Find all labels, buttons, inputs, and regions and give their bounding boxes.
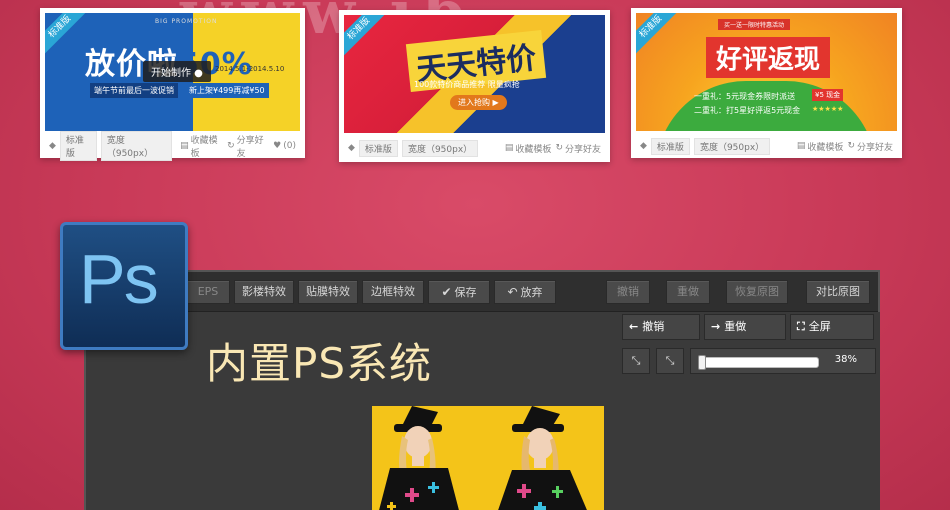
template-banner[interactable]: 标准版 BIG PROMOTION 放价啦50% 2014.5.1-2014.5…: [45, 13, 300, 131]
discard-button[interactable]: ↶ 放弃: [494, 280, 556, 304]
share-icon: ↻: [847, 141, 855, 151]
tag-icon: ◆: [348, 143, 355, 153]
photoshop-logo-icon: Ps: [60, 222, 188, 350]
fullscreen-button[interactable]: ⛶ 全屏: [790, 314, 874, 340]
banner-promo-top: BIG PROMOTION: [155, 18, 218, 25]
banner-line1: 端午节前最后一波促销: [90, 83, 178, 98]
fit-icon[interactable]: ⤡: [622, 348, 650, 374]
card-meta: ◆ 标准版 宽度（950px） ▤ 收藏模板 ↻ 分享好友: [344, 133, 605, 163]
frames-button[interactable]: 边框特效: [362, 280, 424, 304]
eps-button[interactable]: EPS: [186, 280, 230, 304]
collect-button[interactable]: ▤ 收藏模板: [180, 133, 223, 159]
zoom-slider-knob[interactable]: [698, 355, 706, 370]
edition-ribbon: 标准版: [636, 13, 679, 55]
collect-button[interactable]: ▤ 收藏模板: [505, 142, 552, 155]
tag-width[interactable]: 宽度（950px）: [100, 131, 173, 161]
share-button[interactable]: ↻ 分享好友: [555, 142, 601, 155]
redo-top-button[interactable]: 重做: [666, 280, 710, 304]
restore-button[interactable]: 恢复原图: [726, 280, 788, 304]
banner-line2: 二重礼：打5星好评返5元现金: [694, 106, 801, 115]
ps-logo-text: Ps: [79, 240, 159, 318]
edition-ribbon: 标准版: [344, 15, 387, 57]
undo-top-button[interactable]: 撤销: [606, 280, 650, 304]
save-button[interactable]: ✔ 保存: [428, 280, 490, 304]
fullscreen-icon: ⛶: [797, 320, 805, 333]
collect-button[interactable]: ▤ 收藏模板: [797, 140, 844, 153]
banner-date: 2014.5.1-2014.5.10: [215, 65, 285, 73]
ps-editor: EPS 影楼特效 贴膜特效 边框特效 ✔ 保存 ↶ 放弃 撤销 重做 恢复原图 对比…: [84, 270, 880, 510]
actual-size-icon[interactable]: ⤡: [656, 348, 684, 374]
editor-side-panel: ← 撤销 → 重做 ⛶ 全屏 ⤡ ⤡ 38%: [620, 312, 880, 510]
banner-button: 进入抢购 ▶: [450, 95, 507, 110]
tag-edition[interactable]: 标准版: [358, 139, 398, 157]
heart-icon: ♥: [273, 141, 282, 151]
banner-line1: 一重礼：5元现金券限时派送: [694, 92, 796, 101]
collect-icon: ▤: [796, 141, 806, 151]
card-meta: ◆ 标准版 宽度（950px） ▤ 收藏模板 ↻ 分享好友: [636, 131, 897, 161]
share-button[interactable]: ↻ 分享好友: [227, 133, 269, 159]
share-icon: ↻: [555, 143, 563, 153]
canvas-photo[interactable]: [372, 406, 604, 510]
ps-system-title: 内置PS系统: [206, 339, 432, 388]
tag-icon: ◆: [640, 141, 647, 151]
template-card-2[interactable]: 标准版 天天特价 100款特价商品推荐 限量疯抢 进入抢购 ▶ ◆ 标准版 宽度…: [339, 10, 610, 162]
edition-ribbon: 标准版: [45, 13, 88, 55]
start-making-button[interactable]: 开始制作 ●: [143, 61, 211, 82]
template-banner[interactable]: 标准版 天天特价 100款特价商品推荐 限量疯抢 进入抢购 ▶: [344, 15, 605, 133]
compare-button[interactable]: 对比原图: [806, 280, 870, 304]
banner-line2: 新上架¥499再减¥50: [185, 83, 269, 98]
share-icon: ↻: [227, 141, 235, 151]
banner-headline: 好评返现: [706, 37, 831, 78]
banner-stars: ★★★★★: [812, 105, 844, 113]
template-card-3[interactable]: 标准版 买一送一限时特惠活动 好评返现 一重礼：5元现金券限时派送 二重礼：打5…: [631, 8, 902, 158]
right-arrow-icon: →: [711, 320, 721, 333]
effects-button[interactable]: 影楼特效: [234, 280, 294, 304]
stickers-button[interactable]: 贴膜特效: [298, 280, 358, 304]
template-card-1[interactable]: 标准版 BIG PROMOTION 放价啦50% 2014.5.1-2014.5…: [40, 8, 305, 161]
like-button[interactable]: ♥ (0): [273, 141, 296, 151]
zoom-slider[interactable]: 38%: [690, 348, 876, 374]
share-button[interactable]: ↻ 分享好友: [847, 140, 893, 153]
tag-width[interactable]: 宽度（950px）: [401, 139, 479, 157]
collect-icon: ▤: [180, 141, 189, 151]
check-icon: ✔: [441, 285, 452, 299]
left-arrow-icon: ←: [629, 320, 639, 333]
back-arrow-icon: ↶: [507, 285, 518, 299]
zoom-value: 38%: [834, 354, 857, 365]
tag-width[interactable]: 宽度（950px）: [693, 137, 771, 155]
card-meta: ◆ 标准版 宽度（950px） ▤ 收藏模板 ↻ 分享好友 ♥ (0): [45, 131, 300, 161]
tag-edition[interactable]: 标准版: [59, 131, 97, 161]
undo-button[interactable]: ← 撤销: [622, 314, 700, 340]
redo-button[interactable]: → 重做: [704, 314, 786, 340]
banner-price: ¥5 现金: [812, 89, 844, 101]
tag-edition[interactable]: 标准版: [650, 137, 690, 155]
template-banner[interactable]: 标准版 买一送一限时特惠活动 好评返现 一重礼：5元现金券限时派送 二重礼：打5…: [636, 13, 897, 131]
banner-top: 买一送一限时特惠活动: [718, 19, 791, 30]
photo-illustration: [372, 406, 604, 510]
editor-toolbar: EPS 影楼特效 贴膜特效 边框特效 ✔ 保存 ↶ 放弃 撤销 重做 恢复原图 对比…: [86, 272, 878, 312]
tag-icon: ◆: [49, 141, 56, 151]
collect-icon: ▤: [504, 143, 514, 153]
zoom-slider-track[interactable]: [698, 355, 819, 370]
banner-line1: 100款特价商品推荐 限量疯抢: [414, 80, 520, 89]
